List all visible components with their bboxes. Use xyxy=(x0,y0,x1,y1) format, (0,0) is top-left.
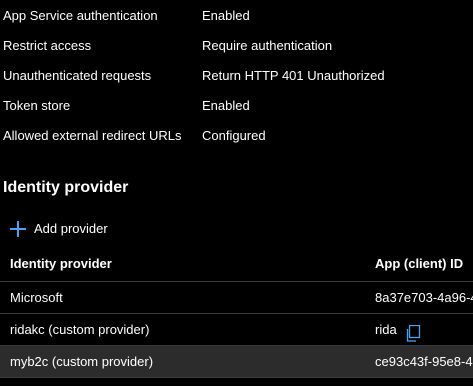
provider-name[interactable]: Microsoft xyxy=(10,282,63,313)
client-id: 8a37e703-4a96-4 xyxy=(375,290,473,305)
add-provider-label: Add provider xyxy=(34,221,108,236)
column-header-identity-provider[interactable]: Identity provider xyxy=(10,251,112,277)
property-label: Token store xyxy=(3,98,71,113)
property-value: Enabled xyxy=(202,98,250,113)
table-row[interactable]: Microsoft 8a37e703-4a96-4 xyxy=(0,282,473,314)
property-label: Restrict access xyxy=(3,38,92,53)
property-value: Enabled xyxy=(202,8,250,23)
provider-name[interactable]: ridakc (custom provider) xyxy=(10,314,149,345)
property-label: App Service authentication xyxy=(3,8,158,23)
property-value: Return HTTP 401 Unauthorized xyxy=(202,68,385,83)
property-label: Allowed external redirect URLs xyxy=(3,128,182,143)
property-label: Unauthenticated requests xyxy=(3,68,152,83)
plus-icon xyxy=(10,221,26,237)
property-value: Configured xyxy=(202,128,266,143)
table-header: Identity provider App (client) ID xyxy=(0,251,473,282)
provider-name[interactable]: myb2c (custom provider) xyxy=(10,346,153,377)
copy-icon[interactable] xyxy=(405,322,421,342)
table-row[interactable]: ridakc (custom provider) rida xyxy=(0,314,473,346)
client-id: rida xyxy=(375,322,397,337)
column-header-client-id[interactable]: App (client) ID xyxy=(375,251,463,277)
section-title-identity-provider: Identity provider xyxy=(3,179,129,196)
client-id: ce93c43f-95e8-4 xyxy=(375,354,473,369)
property-value: Require authentication xyxy=(202,38,333,53)
identity-provider-table: Identity provider App (client) ID Micros… xyxy=(0,251,473,378)
table-row[interactable]: myb2c (custom provider) ce93c43f-95e8-4 xyxy=(0,346,473,378)
